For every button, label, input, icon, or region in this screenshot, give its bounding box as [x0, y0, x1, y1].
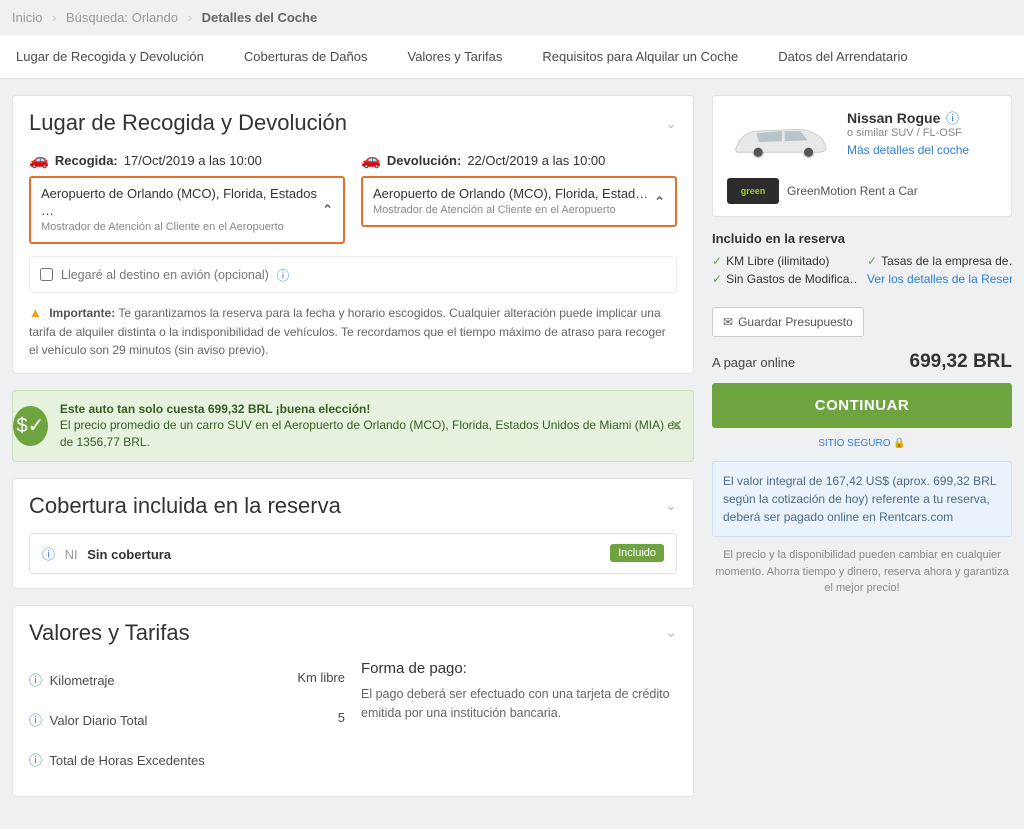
- coverage-card: Cobertura incluida en la reserva ⌄ ⓘ NI …: [12, 478, 694, 589]
- chevron-down-icon: ⌄: [665, 624, 677, 641]
- rates-card: Valores y Tarifas ⌄ ⓘ Kilometraje Km lib…: [12, 605, 694, 797]
- chevron-right-icon: ›: [188, 10, 192, 25]
- pickup-card-header[interactable]: Lugar de Recogida y Devolución ⌄: [13, 96, 693, 150]
- close-icon[interactable]: ✕: [670, 416, 683, 436]
- tab-requirements[interactable]: Requisitos para Alquilar un Coche: [538, 35, 742, 78]
- rates-title: Valores y Tarifas: [29, 620, 190, 646]
- pay-amount: 699,32 BRL: [910, 351, 1012, 373]
- important-text: Te garantizamos la reserva para la fecha…: [29, 306, 666, 357]
- warning-icon: ▲: [29, 305, 42, 320]
- car-name: Nissan Rogue: [847, 110, 940, 126]
- rates-card-header[interactable]: Valores y Tarifas ⌄: [13, 606, 693, 660]
- deal-body: El precio promedio de un carro SUV en el…: [60, 418, 680, 449]
- dropoff-label: Devolución:: [387, 153, 461, 168]
- check-icon: ✓: [712, 272, 722, 286]
- breadcrumb: Inicio › Búsqueda: Orlando › Detalles de…: [0, 0, 1024, 35]
- pickup-title: Lugar de Recogida y Devolución: [29, 110, 347, 136]
- coverage-code: NI: [65, 547, 78, 562]
- pay-label: A pagar online: [712, 355, 795, 370]
- pickup-time: 17/Oct/2019 a las 10:00: [124, 153, 262, 168]
- car-sub: o similar SUV / FL-OSF: [847, 127, 969, 139]
- lock-icon: 🔒: [893, 438, 905, 449]
- info-icon[interactable]: ⓘ: [946, 111, 959, 126]
- dropoff-loc: Aeropuerto de Orlando (MCO), Florida, Es…: [373, 186, 648, 203]
- pickup-card: Lugar de Recogida y Devolución ⌄ 🚗 Recog…: [12, 95, 694, 374]
- brand-name: GreenMotion Rent a Car: [787, 184, 918, 198]
- nav-tabs: Lugar de Recogida y Devolución Cobertura…: [0, 35, 1024, 79]
- deal-badge-icon: $✓: [13, 406, 48, 446]
- included-badge: Incluido: [610, 544, 664, 562]
- dropoff-location-select[interactable]: Aeropuerto de Orlando (MCO), Florida, Es…: [361, 176, 677, 227]
- info-icon[interactable]: ⓘ: [29, 713, 42, 728]
- coverage-card-header[interactable]: Cobertura incluida en la reserva ⌄: [13, 479, 693, 533]
- arrive-by-plane-label: Llegaré al destino en avión (opcional): [61, 268, 269, 282]
- included-title: Incluido en la reserva: [712, 231, 1012, 246]
- pickup-desk: Mostrador de Atención al Cliente en el A…: [41, 220, 322, 234]
- dropoff-desk: Mostrador de Atención al Cliente en el A…: [373, 203, 648, 217]
- chevron-right-icon: ›: [52, 10, 56, 25]
- check-icon: ✓: [712, 254, 722, 268]
- chevron-up-icon: ⌃: [322, 202, 333, 218]
- deal-banner: $✓ Este auto tan solo cuesta 699,32 BRL …: [12, 390, 694, 462]
- tab-coverage[interactable]: Coberturas de Daños: [240, 35, 372, 78]
- save-quote-button[interactable]: ✉ Guardar Presupuesto: [712, 307, 864, 337]
- chevron-down-icon: ⌄: [665, 497, 677, 514]
- car-dropoff-icon: 🚗: [361, 150, 381, 170]
- payment-text: El pago deberá ser efectuado con una tar…: [361, 685, 677, 723]
- deal-headline: Este auto tan solo cuesta 699,32 BRL ¡bu…: [60, 402, 371, 416]
- car-card: Nissan Rogue ⓘ o similar SUV / FL-OSF Má…: [712, 95, 1012, 217]
- pickup-loc: Aeropuerto de Orlando (MCO), Florida, Es…: [41, 186, 322, 220]
- important-label: Importante:: [49, 306, 115, 320]
- incl-details-link[interactable]: Ver los detalles de la Reserva: [867, 272, 1012, 286]
- info-icon[interactable]: ⓘ: [29, 753, 42, 768]
- tab-pickup[interactable]: Lugar de Recogida y Devolución: [12, 35, 208, 78]
- continue-button[interactable]: CONTINUAR: [712, 383, 1012, 428]
- arrive-by-plane-checkbox[interactable]: [40, 268, 53, 281]
- car-image: [727, 108, 837, 168]
- info-icon[interactable]: ⓘ: [277, 265, 290, 284]
- rate-value: Km libre: [297, 670, 345, 689]
- mail-icon: ✉: [723, 315, 733, 329]
- disclaimer: El precio y la disponibilidad pueden cam…: [712, 547, 1012, 597]
- breadcrumb-search[interactable]: Búsqueda: Orlando: [66, 10, 178, 25]
- value-note: El valor integral de 167,42 US$ (aprox. …: [712, 461, 1012, 537]
- secure-site: SITIO SEGURO 🔒: [712, 438, 1012, 449]
- brand-logo: green: [727, 178, 779, 204]
- chevron-up-icon: ⌃: [654, 194, 665, 210]
- coverage-row: ⓘ NI Sin cobertura Incluido: [29, 533, 677, 574]
- car-more-link[interactable]: Más detalles del coche: [847, 143, 969, 157]
- tab-rates[interactable]: Valores y Tarifas: [403, 35, 506, 78]
- info-icon[interactable]: ⓘ: [42, 547, 55, 562]
- breadcrumb-current: Detalles del Coche: [202, 10, 318, 25]
- dropoff-time: 22/Oct/2019 a las 10:00: [467, 153, 605, 168]
- important-notice: ▲ Importante: Te garantizamos la reserva…: [13, 303, 693, 373]
- check-icon: ✓: [867, 254, 877, 268]
- rate-label: Kilometraje: [50, 673, 115, 688]
- breadcrumb-home[interactable]: Inicio: [12, 10, 42, 25]
- coverage-title: Cobertura incluida en la reserva: [29, 493, 341, 519]
- rate-label: Valor Diario Total: [50, 713, 148, 728]
- car-pickup-icon: 🚗: [29, 150, 49, 170]
- pickup-label: Recogida:: [55, 153, 118, 168]
- rate-row-daily: ⓘ Valor Diario Total 5: [29, 700, 345, 740]
- coverage-label: Sin cobertura: [87, 547, 171, 562]
- chevron-down-icon: ⌄: [665, 115, 677, 132]
- incl-km: KM Libre (ilimitado): [726, 254, 829, 268]
- rate-label: Total de Horas Excedentes: [49, 753, 204, 768]
- secure-label: SITIO SEGURO: [818, 438, 890, 449]
- rate-value: 5: [338, 710, 345, 729]
- payment-title: Forma de pago:: [361, 660, 677, 677]
- tab-renter[interactable]: Datos del Arrendatario: [774, 35, 911, 78]
- pickup-location-select[interactable]: Aeropuerto de Orlando (MCO), Florida, Es…: [29, 176, 345, 244]
- incl-mod: Sin Gastos de Modifica…: [726, 272, 857, 286]
- save-label: Guardar Presupuesto: [738, 315, 853, 329]
- rate-row-extra: ⓘ Total de Horas Excedentes: [29, 740, 345, 780]
- info-icon[interactable]: ⓘ: [29, 673, 42, 688]
- incl-tax: Tasas de la empresa de…: [881, 254, 1012, 268]
- rate-row-km: ⓘ Kilometraje Km libre: [29, 660, 345, 700]
- arrive-by-plane-option[interactable]: Llegaré al destino en avión (opcional) ⓘ: [29, 256, 677, 293]
